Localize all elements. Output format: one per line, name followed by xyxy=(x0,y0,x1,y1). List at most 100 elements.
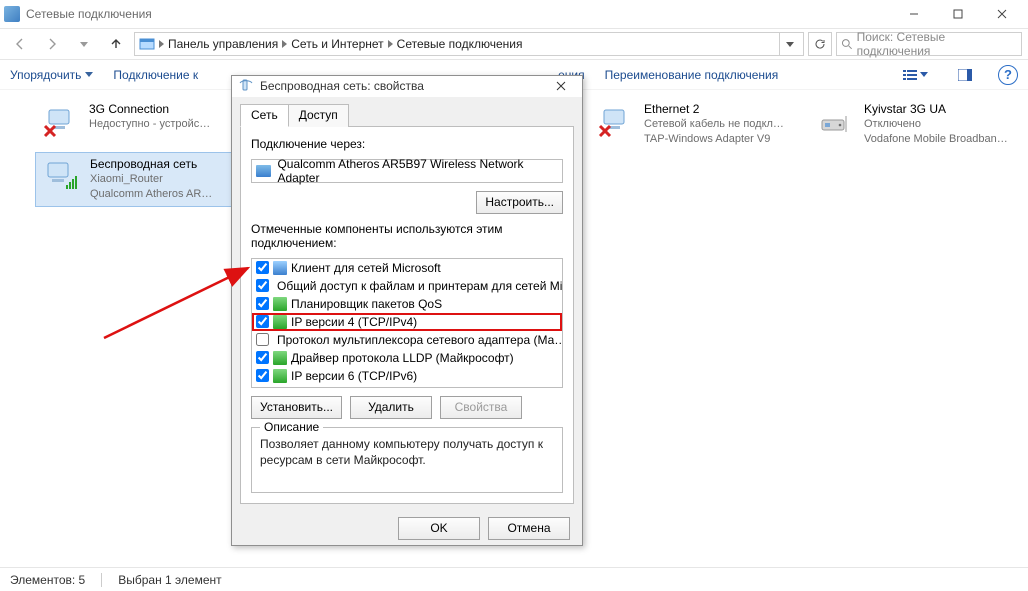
component-checkbox[interactable] xyxy=(256,279,269,292)
component-item[interactable]: IP версии 6 (TCP/IPv6) xyxy=(252,367,562,385)
close-button[interactable] xyxy=(980,0,1024,28)
component-label: Протокол мультиплексора сетевого адаптер… xyxy=(277,333,563,347)
tab-access[interactable]: Доступ xyxy=(289,104,349,127)
connect-to-button[interactable]: Подключение к xyxy=(113,68,198,82)
connection-name: Kyivstar 3G UA xyxy=(864,102,1008,117)
organize-menu[interactable]: Упорядочить xyxy=(10,68,93,82)
chevron-right-icon xyxy=(388,40,393,48)
adapter-display: Qualcomm Atheros AR5B97 Wireless Network… xyxy=(251,159,563,183)
connection-status: Сетевой кабель не подкл… xyxy=(644,117,784,132)
connection-status: Недоступно - устройс… xyxy=(89,117,210,132)
component-buttons: Установить... Удалить Свойства xyxy=(251,396,563,419)
connection-name: 3G Connection xyxy=(89,102,210,117)
components-label: Отмеченные компоненты используются этим … xyxy=(251,222,563,250)
component-item[interactable]: Протокол мультиплексора сетевого адаптер… xyxy=(252,331,562,349)
dialog-titlebar[interactable]: Беспроводная сеть: свойства xyxy=(232,76,582,97)
address-dropdown[interactable] xyxy=(779,33,799,55)
breadcrumb-a[interactable]: Панель управления xyxy=(168,37,278,51)
adapter-name: Qualcomm Atheros AR5B97 Wireless Network… xyxy=(277,157,558,185)
connection-name: Ethernet 2 xyxy=(644,102,784,117)
component-checkbox[interactable] xyxy=(256,369,269,382)
install-button[interactable]: Установить... xyxy=(251,396,342,419)
search-box[interactable]: Поиск: Сетевые подключения xyxy=(836,32,1022,56)
ok-button[interactable]: OK xyxy=(398,517,480,540)
view-options-button[interactable] xyxy=(898,64,932,86)
window-titlebar: Сетевые подключения xyxy=(0,0,1028,28)
component-item[interactable]: Общий доступ к файлам и принтерам для се… xyxy=(252,277,562,295)
component-item[interactable]: Клиент для сетей Microsoft xyxy=(252,259,562,277)
control-panel-icon xyxy=(139,36,155,52)
configure-button[interactable]: Настроить... xyxy=(476,191,563,214)
tab-body: Подключение через: Qualcomm Atheros AR5B… xyxy=(240,126,574,504)
protocol-icon xyxy=(273,315,287,329)
forward-button[interactable] xyxy=(38,30,66,58)
connection-network: Xiaomi_Router xyxy=(90,172,212,187)
rename-button[interactable]: Переименование подключения xyxy=(605,68,779,82)
component-checkbox[interactable] xyxy=(256,315,269,328)
status-selected: Выбран 1 элемент xyxy=(118,573,221,587)
component-label: Планировщик пакетов QoS xyxy=(291,297,442,311)
dialog-close-button[interactable] xyxy=(546,76,576,96)
component-label: Драйвер протокола LLDP (Майкрософт) xyxy=(291,351,514,365)
recent-locations-button[interactable] xyxy=(70,30,98,58)
network-card-icon xyxy=(256,165,271,177)
separator xyxy=(101,573,102,587)
chevron-right-icon xyxy=(282,40,287,48)
breadcrumb-b[interactable]: Сеть и Интернет xyxy=(291,37,383,51)
connection-item[interactable]: Ethernet 2 Сетевой кабель не подкл… TAP-… xyxy=(590,98,825,151)
help-button[interactable]: ? xyxy=(998,65,1018,85)
connection-unavailable-icon xyxy=(41,102,81,142)
component-checkbox[interactable] xyxy=(256,261,269,274)
search-icon xyxy=(841,38,853,50)
connection-name: Беспроводная сеть xyxy=(90,157,212,172)
connect-via-label: Подключение через: xyxy=(251,137,563,151)
component-list[interactable]: Клиент для сетей Microsoft Общий доступ … xyxy=(251,258,563,388)
component-checkbox[interactable] xyxy=(256,333,269,346)
maximize-button[interactable] xyxy=(936,0,980,28)
ethernet-disconnected-icon xyxy=(596,102,636,142)
connection-adapter: Qualcomm Atheros AR… xyxy=(90,187,212,202)
search-placeholder: Поиск: Сетевые подключения xyxy=(857,30,1017,58)
component-checkbox[interactable] xyxy=(256,297,269,310)
client-icon xyxy=(273,261,287,275)
protocol-icon xyxy=(273,369,287,383)
minimize-button[interactable] xyxy=(892,0,936,28)
network-folder-icon xyxy=(4,6,20,22)
description-text: Позволяет данному компьютеру получать до… xyxy=(260,436,554,484)
status-elements: Элементов: 5 xyxy=(10,573,85,587)
component-label: IP версии 6 (TCP/IPv6) xyxy=(291,369,417,383)
component-checkbox[interactable] xyxy=(256,351,269,364)
component-item[interactable]: Драйвер протокола LLDP (Майкрософт) xyxy=(252,349,562,367)
wifi-icon xyxy=(42,157,82,197)
component-label: IP версии 4 (TCP/IPv4) xyxy=(291,315,417,329)
connection-item[interactable]: Kyivstar 3G UA Отключено Vodafone Mobile… xyxy=(810,98,1020,151)
description-group: Описание Позволяет данному компьютеру по… xyxy=(251,427,563,493)
status-bar: Элементов: 5 Выбран 1 элемент xyxy=(0,567,1028,591)
tab-network[interactable]: Сеть xyxy=(240,104,289,127)
refresh-button[interactable] xyxy=(808,32,832,56)
properties-dialog: Беспроводная сеть: свойства Сеть Доступ … xyxy=(231,75,583,546)
up-button[interactable] xyxy=(102,30,130,58)
breadcrumb-c[interactable]: Сетевые подключения xyxy=(397,37,523,51)
component-label: Клиент для сетей Microsoft xyxy=(291,261,441,275)
component-label: Общий доступ к файлам и принтерам для се… xyxy=(277,279,563,293)
cancel-button[interactable]: Отмена xyxy=(488,517,570,540)
properties-button[interactable]: Свойства xyxy=(440,396,522,419)
window-title: Сетевые подключения xyxy=(26,7,892,21)
preview-pane-button[interactable] xyxy=(952,64,978,86)
remove-button[interactable]: Удалить xyxy=(350,396,432,419)
tab-strip: Сеть Доступ xyxy=(232,97,582,126)
description-legend: Описание xyxy=(260,420,323,434)
connection-adapter: TAP-Windows Adapter V9 xyxy=(644,132,784,147)
chevron-right-icon xyxy=(159,40,164,48)
protocol-icon xyxy=(273,297,287,311)
dialog-buttons: OK Отмена xyxy=(232,512,582,545)
modem-icon xyxy=(816,102,856,142)
wifi-properties-icon xyxy=(238,78,254,94)
dialog-title: Беспроводная сеть: свойства xyxy=(260,79,546,93)
component-item[interactable]: Планировщик пакетов QoS xyxy=(252,295,562,313)
component-item-ipv4[interactable]: IP версии 4 (TCP/IPv4) xyxy=(252,313,562,331)
back-button[interactable] xyxy=(6,30,34,58)
connection-adapter: Vodafone Mobile Broadban… xyxy=(864,132,1008,147)
address-bar[interactable]: Панель управления Сеть и Интернет Сетевы… xyxy=(134,32,804,56)
